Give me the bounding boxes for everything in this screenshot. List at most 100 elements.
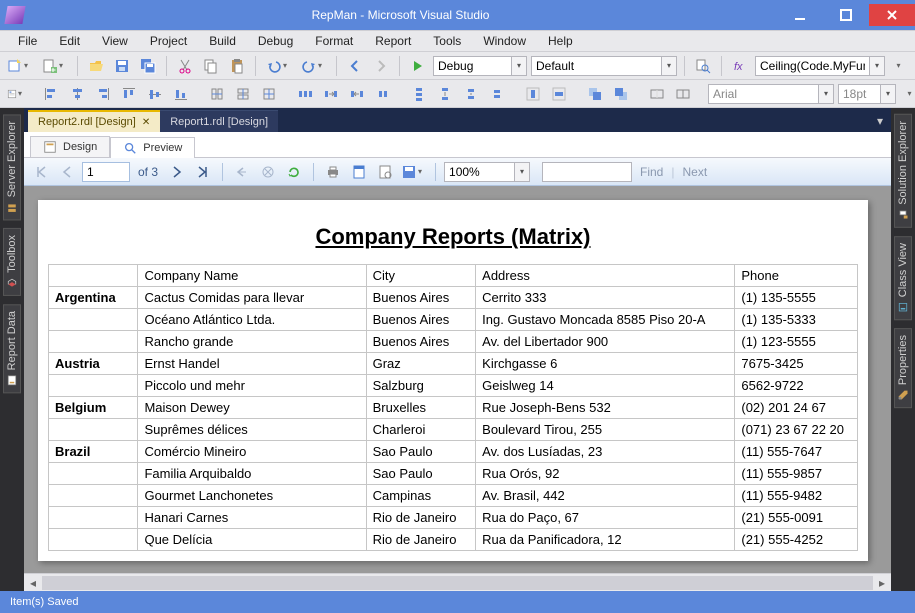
export-button[interactable]: ▾ xyxy=(400,161,427,183)
zoom-combo[interactable]: ▾ xyxy=(444,162,530,182)
hspace-remove-button[interactable] xyxy=(372,83,394,105)
vspace-increase-button[interactable] xyxy=(434,83,456,105)
align-middle-v-button[interactable] xyxy=(144,83,166,105)
align-top-button[interactable] xyxy=(118,83,140,105)
undo-button[interactable]: ▾ xyxy=(263,55,294,77)
find-in-files-button[interactable] xyxy=(692,55,714,77)
align-right-button[interactable] xyxy=(92,83,114,105)
report-settings-button[interactable]: ▾ xyxy=(4,83,26,105)
report-canvas[interactable]: Company Reports (Matrix) Company NameCit… xyxy=(24,186,891,573)
platform-input[interactable] xyxy=(531,56,661,76)
overflow-button[interactable]: ▾ xyxy=(900,83,915,105)
expression-combo[interactable]: ▾ xyxy=(755,56,885,76)
config-input[interactable] xyxy=(433,56,511,76)
chevron-down-icon[interactable]: ▾ xyxy=(661,56,677,76)
minimize-button[interactable] xyxy=(777,4,823,26)
bring-front-button[interactable] xyxy=(584,83,606,105)
menu-edit[interactable]: Edit xyxy=(49,32,90,50)
scroll-right-icon[interactable]: ▸ xyxy=(873,576,891,590)
menu-format[interactable]: Format xyxy=(305,32,363,50)
menu-file[interactable]: File xyxy=(8,32,47,50)
menu-window[interactable]: Window xyxy=(473,32,536,50)
menu-help[interactable]: Help xyxy=(538,32,583,50)
prev-page-button[interactable] xyxy=(56,161,78,183)
new-project-button[interactable]: ▾ xyxy=(4,55,35,77)
class-view-tab[interactable]: Class View xyxy=(894,236,912,320)
same-size-button[interactable] xyxy=(258,83,280,105)
align-bottom-button[interactable] xyxy=(170,83,192,105)
first-page-button[interactable] xyxy=(30,161,52,183)
tab-report2[interactable]: Report2.rdl [Design] ✕ xyxy=(28,110,160,132)
font-family-combo[interactable]: ▾ xyxy=(708,84,834,104)
overflow-button[interactable]: ▾ xyxy=(889,55,911,77)
vspace-equal-button[interactable] xyxy=(408,83,430,105)
scroll-left-icon[interactable]: ◂ xyxy=(24,576,42,590)
config-combo[interactable]: ▾ xyxy=(433,56,527,76)
chevron-down-icon[interactable]: ▾ xyxy=(818,84,834,104)
save-all-button[interactable] xyxy=(137,55,159,77)
tab-overflow-button[interactable]: ▾ xyxy=(869,110,891,132)
close-button[interactable] xyxy=(869,4,915,26)
next-page-button[interactable] xyxy=(166,161,188,183)
same-height-button[interactable] xyxy=(232,83,254,105)
copy-button[interactable] xyxy=(200,55,222,77)
vspace-decrease-button[interactable] xyxy=(460,83,482,105)
page-setup-button[interactable] xyxy=(374,161,396,183)
page-number-input[interactable] xyxy=(82,162,130,182)
open-button[interactable] xyxy=(85,55,107,77)
zoom-input[interactable] xyxy=(444,162,514,182)
last-page-button[interactable] xyxy=(192,161,214,183)
center-vert-button[interactable] xyxy=(548,83,570,105)
expression-input[interactable] xyxy=(755,56,869,76)
menu-project[interactable]: Project xyxy=(140,32,197,50)
menu-report[interactable]: Report xyxy=(365,32,421,50)
hspace-decrease-button[interactable] xyxy=(346,83,368,105)
tab-report1[interactable]: Report1.rdl [Design] xyxy=(160,110,278,132)
save-button[interactable] xyxy=(111,55,133,77)
maximize-button[interactable] xyxy=(823,4,869,26)
same-width-button[interactable] xyxy=(206,83,228,105)
find-input[interactable] xyxy=(542,162,632,182)
platform-combo[interactable]: ▾ xyxy=(531,56,677,76)
back-to-parent-button[interactable] xyxy=(231,161,253,183)
paste-button[interactable] xyxy=(226,55,248,77)
find-next-label[interactable]: Next xyxy=(682,165,707,179)
chevron-down-icon[interactable]: ▾ xyxy=(880,84,896,104)
properties-tab[interactable]: Properties xyxy=(894,328,912,408)
align-center-h-button[interactable] xyxy=(66,83,88,105)
split-cells-button[interactable] xyxy=(672,83,694,105)
center-horiz-button[interactable] xyxy=(522,83,544,105)
subtab-design[interactable]: Design xyxy=(30,136,110,157)
font-size-combo[interactable]: ▾ xyxy=(838,84,896,104)
subtab-preview[interactable]: Preview xyxy=(110,137,195,158)
add-item-button[interactable]: ▾ xyxy=(39,55,70,77)
close-icon[interactable]: ✕ xyxy=(142,117,150,128)
send-back-button[interactable] xyxy=(610,83,632,105)
toolbox-tab[interactable]: Toolbox xyxy=(3,228,21,296)
merge-cells-button[interactable] xyxy=(646,83,668,105)
start-debug-button[interactable] xyxy=(407,55,429,77)
menu-build[interactable]: Build xyxy=(199,32,246,50)
stop-render-button[interactable] xyxy=(257,161,279,183)
refresh-button[interactable] xyxy=(283,161,305,183)
solution-explorer-tab[interactable]: Solution Explorer xyxy=(894,114,912,228)
find-label[interactable]: Find xyxy=(640,165,663,179)
nav-back-button[interactable] xyxy=(344,55,366,77)
menu-view[interactable]: View xyxy=(92,32,138,50)
print-layout-button[interactable] xyxy=(348,161,370,183)
nav-fwd-button[interactable] xyxy=(370,55,392,77)
cut-button[interactable] xyxy=(174,55,196,77)
menu-debug[interactable]: Debug xyxy=(248,32,303,50)
hspace-increase-button[interactable] xyxy=(320,83,342,105)
menu-tools[interactable]: Tools xyxy=(423,32,471,50)
hspace-equal-button[interactable] xyxy=(294,83,316,105)
expression-fx-icon[interactable]: fx xyxy=(729,55,751,77)
print-button[interactable] xyxy=(322,161,344,183)
chevron-down-icon[interactable]: ▾ xyxy=(514,162,530,182)
chevron-down-icon[interactable]: ▾ xyxy=(869,56,885,76)
vspace-remove-button[interactable] xyxy=(486,83,508,105)
report-data-tab[interactable]: Report Data xyxy=(3,304,21,393)
align-left-button[interactable] xyxy=(40,83,62,105)
horizontal-scrollbar[interactable]: ◂ ▸ xyxy=(24,573,891,591)
server-explorer-tab[interactable]: Server Explorer xyxy=(3,114,21,220)
